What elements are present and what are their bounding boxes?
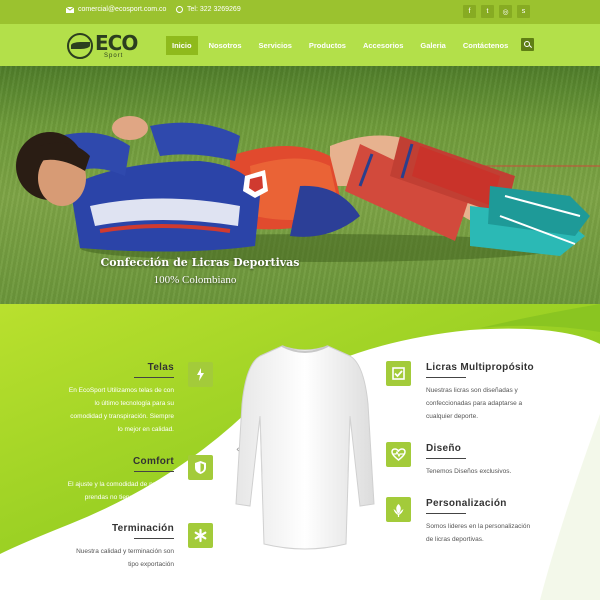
feature-title: Telas [147,362,174,373]
asterisk-icon [188,523,213,548]
feature-title: Licras Multipropósito [426,362,534,373]
feature-telas: Telas En EcoSport Utilizamos telas de co… [4,362,174,436]
search-icon[interactable] [521,38,534,51]
menu-item-inicio[interactable]: Inicio [166,36,198,55]
instagram-icon[interactable]: ◎ [499,5,512,18]
menu-item-productos[interactable]: Productos [303,36,352,55]
twitter-icon[interactable]: t [481,5,494,18]
bolt-icon [188,362,213,387]
menu-item-nosotros[interactable]: Nosotros [203,36,248,55]
check-icon [386,361,411,386]
feature-title: Terminación [111,523,174,534]
hero-title: Confección de Licras Deportivas [100,256,300,269]
feature-text: Somos lideres en la personalización de l… [426,523,531,543]
feature-personalizacion: Personalización Somos lideres en la pers… [426,498,596,546]
phone-contact: Tel: 322 3269269 [176,6,241,13]
logo-sub: Sport [104,53,124,59]
top-bar: comercial@ecosport.com.co Tel: 322 32692… [0,0,600,24]
heartbeat-icon [386,442,411,467]
menu-item-servicios[interactable]: Servicios [253,36,298,55]
feature-text: Tenemos Diseños exclusivos. [426,468,512,475]
divider [134,377,174,378]
feature-text: En EcoSport Utilizamos telas de con lo ú… [68,387,174,433]
menu-item-galeria[interactable]: Galeria [414,36,451,55]
svg-text:‹: ‹ [236,445,240,455]
hero-banner: Confección de Licras Deportivas 100% Col… [0,66,600,304]
logo[interactable]: ECO Sport [67,29,138,61]
whatsapp-icon [176,6,183,13]
feature-title: Diseño [426,443,462,454]
phone-text: Tel: 322 3269269 [187,6,241,13]
shield-icon [188,455,213,480]
leaf-icon [386,497,411,522]
feature-text: Nuestras licras son diseñadas y confecci… [426,387,523,420]
product-shirt-image: ‹ [235,345,375,550]
divider [426,377,466,378]
feature-diseno: Diseño Tenemos Diseños exclusivos. [426,443,596,478]
feature-comfort: Comfort El ajuste y la comodidad de nues… [4,456,174,504]
feature-text: Nuestra calidad y terminación son tipo e… [76,548,174,568]
email-contact[interactable]: comercial@ecosport.com.co [66,6,166,13]
menu-item-contactenos[interactable]: Contáctenos [457,36,514,55]
menu-item-accesorios[interactable]: Accesorios [357,36,409,55]
hero-subtitle: 100% Colombiano [153,274,237,286]
feature-terminacion: Terminación Nuestra calidad y terminació… [4,523,174,571]
feature-title: Personalización [426,498,507,509]
divider [426,458,466,459]
facebook-icon[interactable]: f [463,5,476,18]
leaf-logo-icon [71,42,90,49]
skype-icon[interactable]: s [517,5,530,18]
menu: Inicio Nosotros Servicios Productos Acce… [166,36,519,55]
divider [134,471,174,472]
feature-title: Comfort [133,456,174,467]
email-text[interactable]: comercial@ecosport.com.co [78,6,166,13]
logo-name: ECO [95,31,138,55]
divider [426,513,466,514]
feature-licras: Licras Multipropósito Nuestras licras so… [426,362,596,423]
envelope-icon [66,6,74,13]
feature-text: El ajuste y la comodidad de nuestras pre… [67,481,174,501]
main-nav: ECO Sport Inicio Nosotros Servicios Prod… [0,24,600,66]
social-links: f t ◎ s [463,5,530,18]
divider [134,538,174,539]
